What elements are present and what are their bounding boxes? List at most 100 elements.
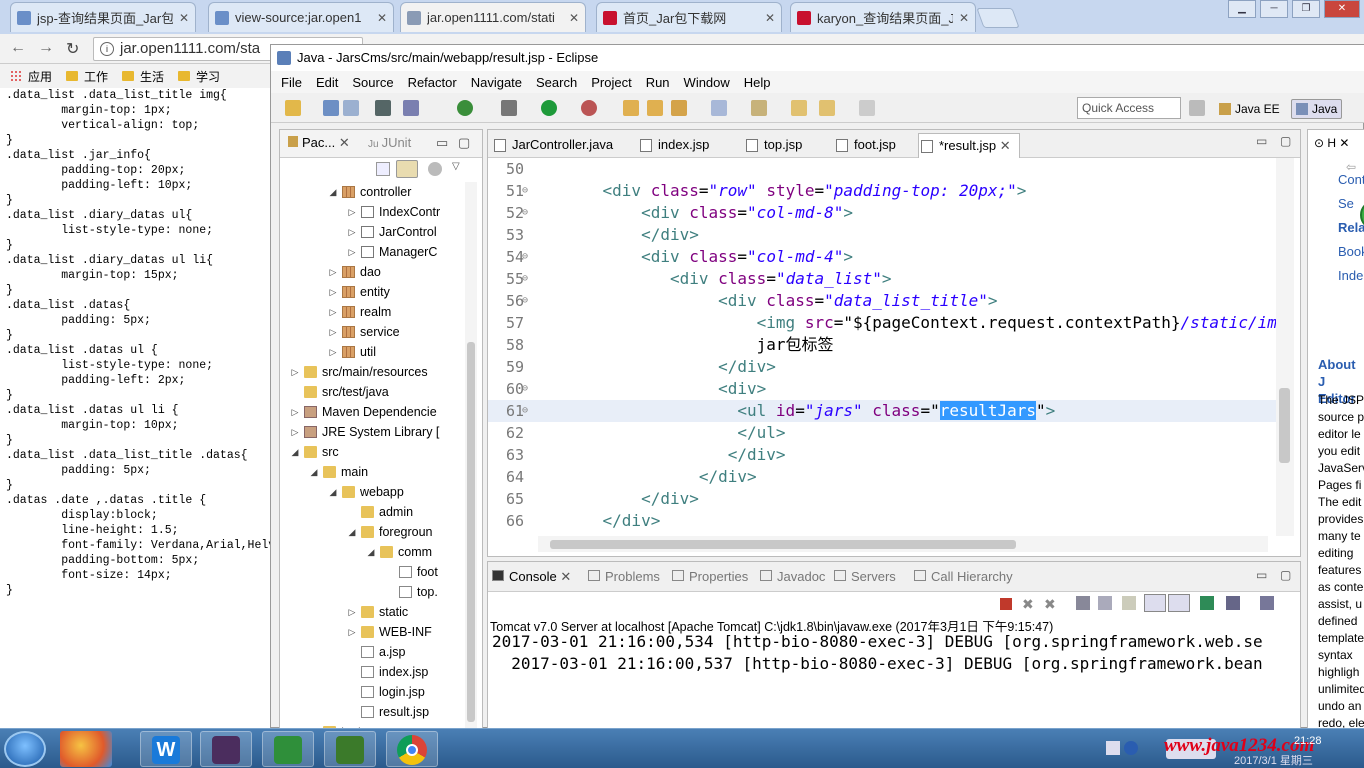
editor-vertical-scrollbar[interactable] [1276,158,1294,536]
external-tools-icon[interactable] [581,100,597,116]
bookmark-study[interactable]: 学习 [178,68,220,85]
console-tab[interactable]: Problems [588,569,660,584]
menu-item[interactable]: Refactor [408,75,457,90]
editor-tab[interactable]: JarController.java [492,133,613,158]
expanded-arrow-icon[interactable]: ◢ [328,182,338,202]
collapsed-arrow-icon[interactable]: ▷ [290,402,300,422]
skip-breakpoints-icon[interactable] [403,100,419,116]
open-folder-icon[interactable] [647,100,663,116]
close-tab-icon[interactable]: ✕ [959,11,969,25]
menu-item[interactable]: Search [536,75,577,90]
collapsed-arrow-icon[interactable]: ▷ [328,342,338,362]
scrollbar-thumb[interactable] [467,342,475,722]
start-button[interactable] [4,731,46,767]
quick-access-input[interactable]: Quick Access [1077,97,1181,119]
show-stdout-icon[interactable] [1144,594,1166,612]
tab-junit[interactable]: Ju JUnit [368,135,411,150]
tree-item[interactable]: ▷ Maven Dependencie [280,402,482,422]
help-link[interactable]: Se [1338,196,1354,211]
scrollbar-thumb[interactable] [550,540,1016,549]
bookmark-apps[interactable]: 应用 [10,68,52,85]
help-link[interactable]: Rela [1338,220,1364,235]
tray-icon[interactable] [1106,741,1120,755]
editor-tab[interactable]: *result.jsp ✕ [918,133,1020,158]
tree-item[interactable]: a.jsp [280,642,482,662]
back-nav-icon[interactable] [819,100,835,116]
fold-toggle-icon[interactable]: ⊖ [522,180,528,202]
debug-icon[interactable] [501,100,517,116]
close-icon[interactable]: ✕ [996,138,1011,153]
help-tab[interactable]: ⊙ H ✕ [1314,136,1349,150]
perspective-java[interactable]: Java [1291,99,1343,119]
refresh-icon[interactable] [457,100,473,116]
expanded-arrow-icon[interactable]: ◢ [347,522,357,542]
taskbar-eclipse-icon[interactable] [200,731,252,767]
pin-console-icon[interactable] [1200,596,1214,610]
bookmark-life[interactable]: 生活 [122,68,164,85]
collapsed-arrow-icon[interactable]: ▷ [328,302,338,322]
close-tab-icon[interactable]: ✕ [765,11,775,25]
close-icon[interactable]: ✕ [339,135,350,150]
fold-toggle-icon[interactable]: ⊖ [522,268,528,290]
collapsed-arrow-icon[interactable]: ▷ [347,622,357,642]
browser-tab[interactable]: 首页_Jar包下载网 ✕ [596,2,782,32]
minimize-view-icon[interactable]: ▭ [436,135,448,151]
next-annotation-icon[interactable] [711,100,727,116]
help-tray-icon[interactable] [1124,741,1138,755]
tree-item[interactable]: result.jsp [280,702,482,722]
help-link[interactable]: Book [1338,244,1364,259]
tree-item[interactable]: src/test/java [280,382,482,402]
browser-tab[interactable]: jar.open1111.com/stati ✕ [400,2,586,32]
tree-item[interactable]: admin [280,502,482,522]
close-icon[interactable]: ✕ [557,569,571,584]
forward-nav-icon[interactable] [859,100,875,116]
tree-item[interactable]: ▷ src/main/resources [280,362,482,382]
tree-item[interactable]: top. [280,582,482,602]
collapsed-arrow-icon[interactable]: ▷ [328,282,338,302]
prev-annotation-icon[interactable] [751,100,767,116]
clear-console-icon[interactable] [1076,596,1090,610]
taskbar-chrome-icon[interactable] [386,731,438,767]
tree-item[interactable]: ▷ util [280,342,482,362]
code-area[interactable]: 50 51 ⊖ <div class="row" style="padding-to… [488,158,1276,536]
tree-item[interactable]: ▷ service [280,322,482,342]
taskbar-camtasia2-icon[interactable] [324,731,376,767]
console-tab[interactable]: Servers [834,569,896,584]
console-tab[interactable]: Call Hierarchy [914,569,1013,584]
show-stderr-icon[interactable] [1168,594,1190,612]
tree-item[interactable]: ◢ comm [280,542,482,562]
new-tab-button[interactable] [976,8,1020,28]
taskbar-app-icon[interactable] [60,731,112,767]
menu-item[interactable]: Navigate [471,75,522,90]
user-icon[interactable]: ─ [1260,0,1288,18]
tree-item[interactable]: ◢ foregroun [280,522,482,542]
fold-toggle-icon[interactable]: ⊖ [522,400,528,422]
tree-item[interactable]: ▷ static [280,602,482,622]
console-icon[interactable] [375,100,391,116]
collapsed-arrow-icon[interactable]: ▷ [347,602,357,622]
info-icon[interactable]: i [100,42,114,56]
menu-item[interactable]: Help [744,75,771,90]
link-editor-icon[interactable] [396,160,418,178]
maximize-icon[interactable]: ❐ [1292,0,1320,18]
save-icon[interactable] [323,100,339,116]
tree-item[interactable]: ▷ ManagerC [280,242,482,262]
tree-item[interactable]: ▷ JarControl [280,222,482,242]
tree-item[interactable]: ◢ webapp [280,482,482,502]
menu-item[interactable]: Project [591,75,631,90]
maximize-editor-icon[interactable]: ▢ [1280,134,1291,148]
close-tab-icon[interactable]: ✕ [569,11,579,25]
menu-item[interactable]: Edit [316,75,338,90]
help-link[interactable]: Inde [1338,268,1363,283]
close-window-icon[interactable]: ✕ [1324,0,1360,18]
tree-item[interactable]: ◢ src [280,442,482,462]
collapsed-arrow-icon[interactable]: ▷ [328,262,338,282]
browser-tab[interactable]: karyon_查询结果页面_J ✕ [790,2,976,32]
tree-item[interactable]: ▷ entity [280,282,482,302]
help-link[interactable]: Cont [1338,172,1364,187]
maximize-console-icon[interactable]: ▢ [1280,568,1291,582]
back-icon[interactable]: ← [10,39,26,57]
reload-icon[interactable]: ↻ [66,39,79,59]
tree-item[interactable]: ▷ JRE System Library [ [280,422,482,442]
save-all-icon[interactable] [343,100,359,116]
